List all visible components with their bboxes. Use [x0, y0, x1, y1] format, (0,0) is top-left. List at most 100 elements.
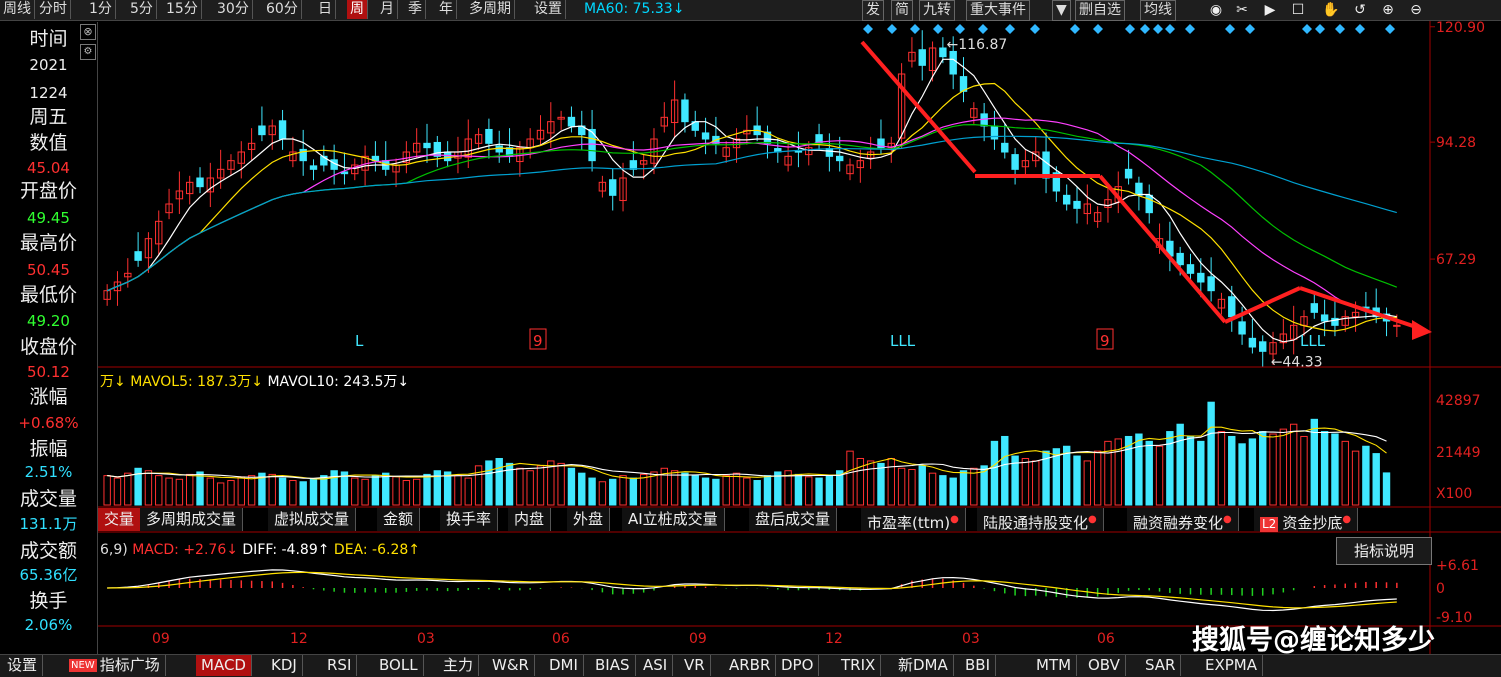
- volume-bar: [722, 475, 730, 506]
- indicator-12[interactable]: DPO: [776, 655, 820, 676]
- period-3[interactable]: 5分: [127, 0, 157, 19]
- volume-bar: [186, 473, 194, 506]
- indicator-9[interactable]: ASI: [638, 655, 674, 676]
- macd-histogram: [116, 578, 1398, 598]
- toolbar-button-5[interactable]: 删自选: [1075, 0, 1125, 21]
- undo-icon[interactable]: ↺: [1352, 2, 1368, 18]
- eye-icon[interactable]: ◉: [1208, 2, 1224, 18]
- volume-bar: [1351, 450, 1360, 506]
- volume-tab-label: 市盈率(ttm): [867, 514, 951, 532]
- period-4[interactable]: 15分: [163, 0, 202, 19]
- volume-bar: [1269, 433, 1277, 506]
- scissors-icon[interactable]: ✂: [1234, 2, 1250, 18]
- period-6[interactable]: 60分: [263, 0, 302, 19]
- indicator-17[interactable]: OBV: [1083, 655, 1126, 676]
- period-7[interactable]: 日: [315, 0, 336, 19]
- diff-value: DIFF: -4.89↑: [242, 542, 330, 558]
- volume-tab-1[interactable]: 多周期成交量: [140, 508, 244, 531]
- toolbar-button-1[interactable]: 简: [891, 0, 913, 21]
- indicator-6[interactable]: W&R: [487, 655, 535, 676]
- volume-tab-9[interactable]: 市盈率(ttm)●: [861, 508, 966, 532]
- period-9[interactable]: 月: [377, 0, 398, 19]
- volume-bar: [1341, 440, 1349, 506]
- period-2[interactable]: 1分: [86, 0, 116, 19]
- period-11[interactable]: 年: [436, 0, 457, 19]
- volume-bar: [928, 472, 937, 506]
- volume-bar: [609, 478, 617, 506]
- volume-tab-7[interactable]: AI立桩成交量: [622, 508, 725, 531]
- indicator-14[interactable]: 新DMA: [893, 655, 954, 676]
- candle-body: [1393, 324, 1401, 327]
- indicator-15[interactable]: BBI: [960, 655, 997, 676]
- candle-body: [1228, 296, 1236, 318]
- indicator-3[interactable]: RSI: [322, 655, 358, 676]
- hand-icon[interactable]: ✋: [1322, 2, 1339, 18]
- volume-tab-0[interactable]: 交量: [98, 508, 142, 531]
- toolbar-button-4[interactable]: ▼: [1052, 0, 1071, 21]
- indicator-18[interactable]: SAR: [1140, 655, 1182, 676]
- indicator-10[interactable]: VR: [679, 655, 711, 676]
- info-value-5: 50.45: [27, 261, 70, 279]
- volume-bar: [918, 465, 926, 506]
- diamond-marker: [1125, 24, 1135, 34]
- volume-bar: [598, 481, 607, 506]
- diamond-marker: [1030, 24, 1040, 34]
- diamond-marker: [1335, 24, 1345, 34]
- indicator-1[interactable]: MACD: [196, 655, 252, 676]
- volume-bar: [1259, 431, 1267, 506]
- volume-bar: [629, 477, 638, 506]
- indicator-5[interactable]: 主力: [438, 655, 480, 676]
- settings-button[interactable]: 设置: [2, 655, 44, 676]
- volume-tab-6[interactable]: 外盘: [567, 508, 611, 531]
- indicator-label: 指标广场: [99, 656, 160, 674]
- indicator-0[interactable]: NEW 指标广场: [64, 655, 166, 676]
- volume-bar: [1073, 455, 1081, 506]
- indicator-8[interactable]: BIAS: [590, 655, 636, 676]
- indicator-16[interactable]: MTM: [1031, 655, 1078, 676]
- candle-body: [1011, 154, 1019, 170]
- volume-tab-5[interactable]: 内盘: [508, 508, 552, 531]
- indicator-4[interactable]: BOLL: [374, 655, 424, 676]
- volume-bar: [1382, 472, 1391, 506]
- volume-tab-10[interactable]: 陆股通持股变化●: [977, 508, 1104, 532]
- period-8[interactable]: 周: [347, 0, 368, 19]
- volume-bar: [1155, 445, 1164, 506]
- candle-body: [1176, 252, 1184, 266]
- play-icon[interactable]: ▶: [1262, 2, 1278, 18]
- period-0[interactable]: 周线: [0, 0, 35, 19]
- volume-tab-3[interactable]: 金额: [377, 508, 421, 531]
- mavol-line-10: [107, 430, 1387, 479]
- period-5[interactable]: 30分: [214, 0, 253, 19]
- toolbar-button-2[interactable]: 九转: [919, 0, 955, 21]
- indicator-19[interactable]: EXPMA: [1200, 655, 1264, 676]
- volume-bar: [402, 480, 411, 506]
- indicator-11[interactable]: ARBR: [724, 655, 777, 676]
- candle-body: [196, 177, 204, 188]
- volume-tab-11[interactable]: 融资融券变化●: [1127, 508, 1239, 532]
- indicator-label: BOLL: [379, 656, 418, 674]
- toolbar-button-0[interactable]: 发: [862, 0, 884, 21]
- zoom-out-icon[interactable]: ⊖: [1408, 2, 1424, 18]
- period-13[interactable]: 设置: [531, 0, 566, 19]
- indicator-7[interactable]: DMI: [544, 655, 584, 676]
- zoom-in-icon[interactable]: ⊕: [1380, 2, 1396, 18]
- volume-bar: [1228, 435, 1236, 506]
- volume-tab-12[interactable]: L2 资金抄底●: [1254, 508, 1359, 532]
- toolbar-button-6[interactable]: 均线: [1140, 0, 1176, 21]
- toolbar-button-3[interactable]: 重大事件: [966, 0, 1030, 21]
- volume-bar: [1320, 431, 1329, 506]
- period-12[interactable]: 多周期: [466, 0, 515, 19]
- candle-body: [1197, 272, 1205, 283]
- volume-bar: [412, 478, 421, 506]
- volume-bar: [846, 450, 854, 506]
- square-icon[interactable]: ☐: [1290, 2, 1306, 18]
- volume-tab-8[interactable]: 盘后成交量: [749, 508, 838, 531]
- indicator-13[interactable]: TRIX: [836, 655, 882, 676]
- candle-body: [433, 141, 442, 157]
- indicator-explain-button[interactable]: 指标说明: [1336, 537, 1432, 565]
- volume-tab-4[interactable]: 换手率: [440, 508, 499, 531]
- period-1[interactable]: 分时: [36, 0, 71, 19]
- period-10[interactable]: 季: [405, 0, 426, 19]
- volume-tab-2[interactable]: 虚拟成交量: [268, 508, 357, 531]
- indicator-2[interactable]: KDJ: [266, 655, 303, 676]
